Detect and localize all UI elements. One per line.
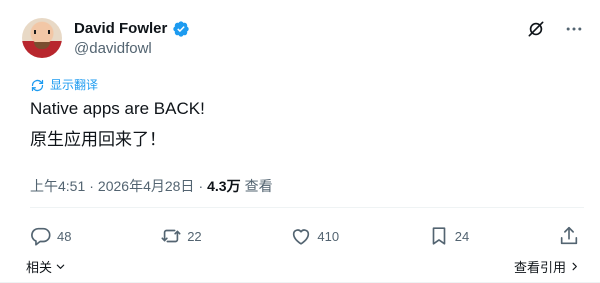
post-time[interactable]: 上午4:51 [30, 176, 85, 196]
bookmark-icon [428, 225, 450, 247]
author-handle[interactable]: @davidfowl [74, 40, 152, 58]
heart-icon [290, 225, 312, 247]
view-quotes-link[interactable]: 查看引用 [514, 257, 580, 276]
show-translation-link[interactable]: 显示翻译 [30, 77, 98, 93]
repost-icon [160, 225, 182, 247]
bookmark-count: 24 [454, 228, 470, 244]
related-label: 相关 [26, 259, 53, 275]
translate-label[interactable]: 显示翻译 [50, 77, 98, 93]
repost-button[interactable]: 22 [160, 225, 202, 247]
avatar[interactable] [22, 18, 62, 58]
view-quotes-label: 查看引用 [513, 259, 566, 275]
post-metadata: 上午4:51 · 2026年4月28日 · 4.3万 查看 [30, 176, 273, 196]
views-label: 查看 [244, 178, 273, 194]
repost-count: 22 [187, 228, 202, 244]
author-name-row[interactable]: David Fowler [74, 20, 190, 38]
related-link[interactable]: 相关 [26, 257, 66, 276]
grok-icon[interactable] [526, 19, 546, 39]
chevron-right-icon [569, 261, 580, 272]
reply-icon [30, 225, 52, 247]
reply-count: 48 [57, 228, 72, 244]
meta-separator: · [198, 178, 204, 194]
views-count: 4.3万 [207, 178, 241, 194]
meta-separator: · [89, 178, 94, 194]
share-button[interactable] [558, 225, 580, 247]
share-icon [558, 225, 580, 247]
post-text-line-1: Native apps are BACK! [30, 99, 205, 118]
author-name[interactable]: David Fowler [74, 20, 167, 38]
divider [30, 207, 584, 208]
action-bar: 48 22 410 24 [30, 222, 580, 250]
post-date[interactable]: 2026年4月28日 [98, 176, 195, 196]
chevron-down-icon [55, 261, 66, 272]
reply-button[interactable]: 48 [30, 225, 71, 247]
bookmark-button[interactable]: 24 [428, 225, 469, 247]
verified-badge-icon [172, 20, 190, 38]
more-options-icon[interactable] [564, 19, 584, 39]
post-text-line-2: 原生应用回来了！ [30, 130, 166, 149]
like-count: 410 [317, 228, 340, 244]
translate-icon [30, 78, 45, 93]
like-button[interactable]: 410 [290, 225, 339, 247]
